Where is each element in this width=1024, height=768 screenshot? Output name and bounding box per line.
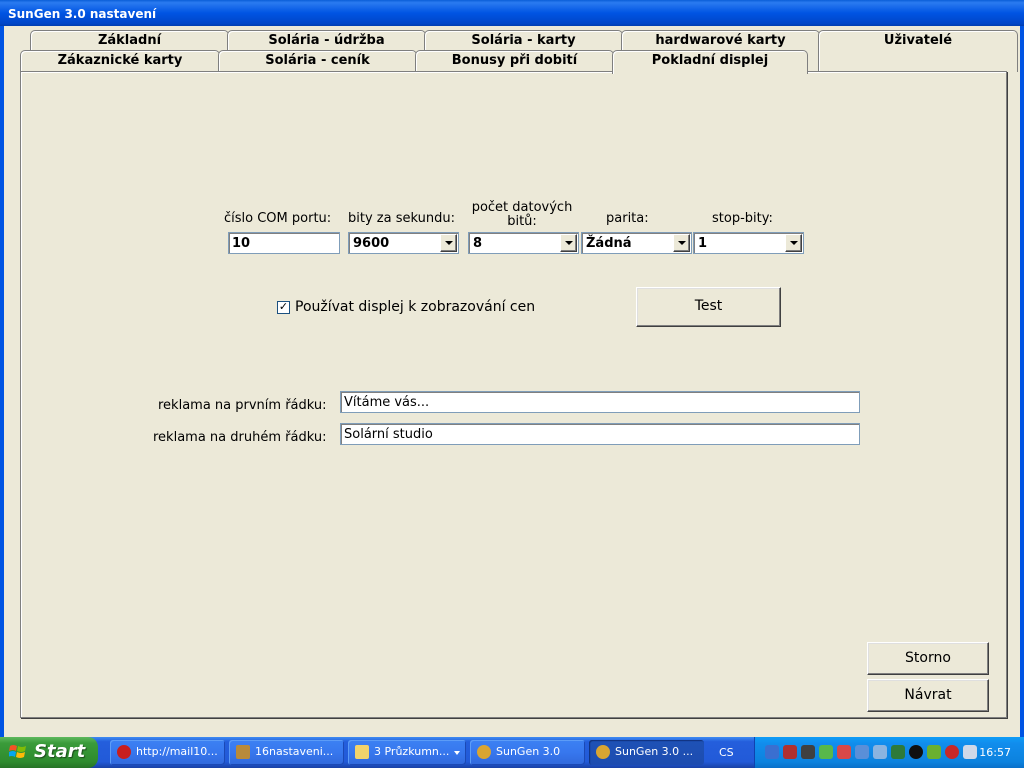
start-label: Start bbox=[34, 741, 86, 762]
tab-solaria-karty[interactable]: Solária - karty bbox=[424, 30, 623, 52]
data-bits-label: počet datových bitů: bbox=[466, 200, 578, 229]
cancel-button[interactable]: Storno bbox=[867, 642, 989, 675]
stop-bits-value: 1 bbox=[698, 236, 708, 251]
data-bits-label-line1: počet datových bbox=[471, 200, 573, 215]
taskbar-item-sungen[interactable]: SunGen 3.0 bbox=[470, 740, 585, 765]
chevron-down-icon bbox=[454, 751, 460, 755]
taskbar-item-explorer-group[interactable]: 3 Průzkumn... bbox=[348, 740, 466, 765]
chevron-down-icon[interactable] bbox=[440, 234, 457, 252]
ad-line2-input[interactable]: Solární studio bbox=[340, 423, 860, 445]
clock[interactable]: 16:57 bbox=[979, 746, 1011, 759]
baud-rate-value: 9600 bbox=[353, 236, 390, 251]
tab-bonusy-pri-dobiti[interactable]: Bonusy při dobití bbox=[415, 50, 614, 72]
start-button[interactable]: Start bbox=[0, 737, 98, 768]
taskbar-item-label: SunGen 3.0 ... bbox=[615, 745, 694, 758]
chevron-down-icon[interactable] bbox=[560, 234, 577, 252]
test-button[interactable]: Test bbox=[636, 287, 781, 327]
chevron-down-icon[interactable] bbox=[785, 234, 802, 252]
ad-line1-label: reklama na prvním řádku: bbox=[158, 398, 327, 413]
usb-icon[interactable] bbox=[963, 745, 977, 759]
taskbar-item-label: 3 Průzkumn... bbox=[374, 745, 450, 758]
opera-icon bbox=[117, 745, 131, 759]
use-display-checkbox[interactable]: ✓ bbox=[277, 301, 290, 314]
taskbar-item-label: 16nastaveni... bbox=[255, 745, 334, 758]
tab-uzivatele[interactable]: Uživatelé bbox=[818, 30, 1018, 72]
tab-hardwarove-karty[interactable]: hardwarové karty bbox=[621, 30, 820, 52]
taskbar-item-label: SunGen 3.0 bbox=[496, 745, 561, 758]
stop-bits-select[interactable]: 1 bbox=[693, 232, 804, 254]
media-icon[interactable] bbox=[801, 745, 815, 759]
taskbar-item-browser[interactable]: http://mail10... bbox=[110, 740, 225, 765]
taskbar-item-sungen-settings[interactable]: SunGen 3.0 ... bbox=[589, 740, 704, 765]
baud-rate-label: bity za sekundu: bbox=[348, 211, 455, 226]
taskbar: Start http://mail10... 16nastaveni... 3 … bbox=[0, 737, 1024, 768]
com-port-input[interactable]: 10 bbox=[228, 232, 340, 254]
parity-label: parita: bbox=[606, 211, 649, 226]
tab-panel-pokladni-displej: číslo COM portu: bity za sekundu: počet … bbox=[20, 71, 1007, 718]
window-title: SunGen 3.0 nastavení bbox=[8, 7, 157, 21]
return-button[interactable]: Návrat bbox=[867, 679, 989, 712]
tab-zakaznicke-karty[interactable]: Zákaznické karty bbox=[20, 50, 220, 72]
security-icon[interactable] bbox=[837, 745, 851, 759]
taskbar-item-label: http://mail10... bbox=[136, 745, 218, 758]
image-app-icon bbox=[236, 745, 250, 759]
taskbar-item-image[interactable]: 16nastaveni... bbox=[229, 740, 344, 765]
sungen-sun-icon bbox=[477, 745, 491, 759]
baud-rate-select[interactable]: 9600 bbox=[348, 232, 459, 254]
stop-bits-label: stop-bity: bbox=[712, 211, 773, 226]
system-tray: 16:57 bbox=[754, 737, 1024, 768]
speaker-icon[interactable] bbox=[873, 745, 887, 759]
use-display-label: Používat displej k zobrazování cen bbox=[295, 299, 536, 315]
parity-select[interactable]: Žádná bbox=[581, 232, 692, 254]
display-icon[interactable] bbox=[855, 745, 869, 759]
folder-icon bbox=[355, 745, 369, 759]
disc-icon[interactable] bbox=[909, 745, 923, 759]
network-icon[interactable] bbox=[765, 745, 779, 759]
chevron-down-icon[interactable] bbox=[673, 234, 690, 252]
messenger-icon[interactable] bbox=[819, 745, 833, 759]
data-bits-value: 8 bbox=[473, 236, 483, 251]
language-indicator[interactable]: CS bbox=[719, 746, 734, 759]
tab-zakladni[interactable]: Základní bbox=[30, 30, 229, 52]
com-port-label: číslo COM portu: bbox=[224, 211, 332, 226]
ad-line2-label: reklama na druhém řádku: bbox=[153, 430, 327, 445]
sungen-sun-icon bbox=[596, 745, 610, 759]
antivirus-icon[interactable] bbox=[783, 745, 797, 759]
window-title-bar[interactable]: SunGen 3.0 nastavení bbox=[0, 0, 1024, 26]
tab-pokladni-displej[interactable]: Pokladní displej bbox=[612, 50, 808, 74]
data-bits-label-line2: bitů: bbox=[507, 214, 537, 229]
alert-icon[interactable] bbox=[945, 745, 959, 759]
parity-value: Žádná bbox=[586, 236, 632, 251]
windows-logo-icon bbox=[9, 745, 26, 758]
update-icon[interactable] bbox=[891, 745, 905, 759]
tab-solaria-udrzba[interactable]: Solária - údržba bbox=[227, 30, 426, 52]
ad-line1-input[interactable]: Vítáme vás... bbox=[340, 391, 860, 413]
power-icon[interactable] bbox=[927, 745, 941, 759]
data-bits-select[interactable]: 8 bbox=[468, 232, 579, 254]
tab-solaria-cenik[interactable]: Solária - ceník bbox=[218, 50, 417, 72]
